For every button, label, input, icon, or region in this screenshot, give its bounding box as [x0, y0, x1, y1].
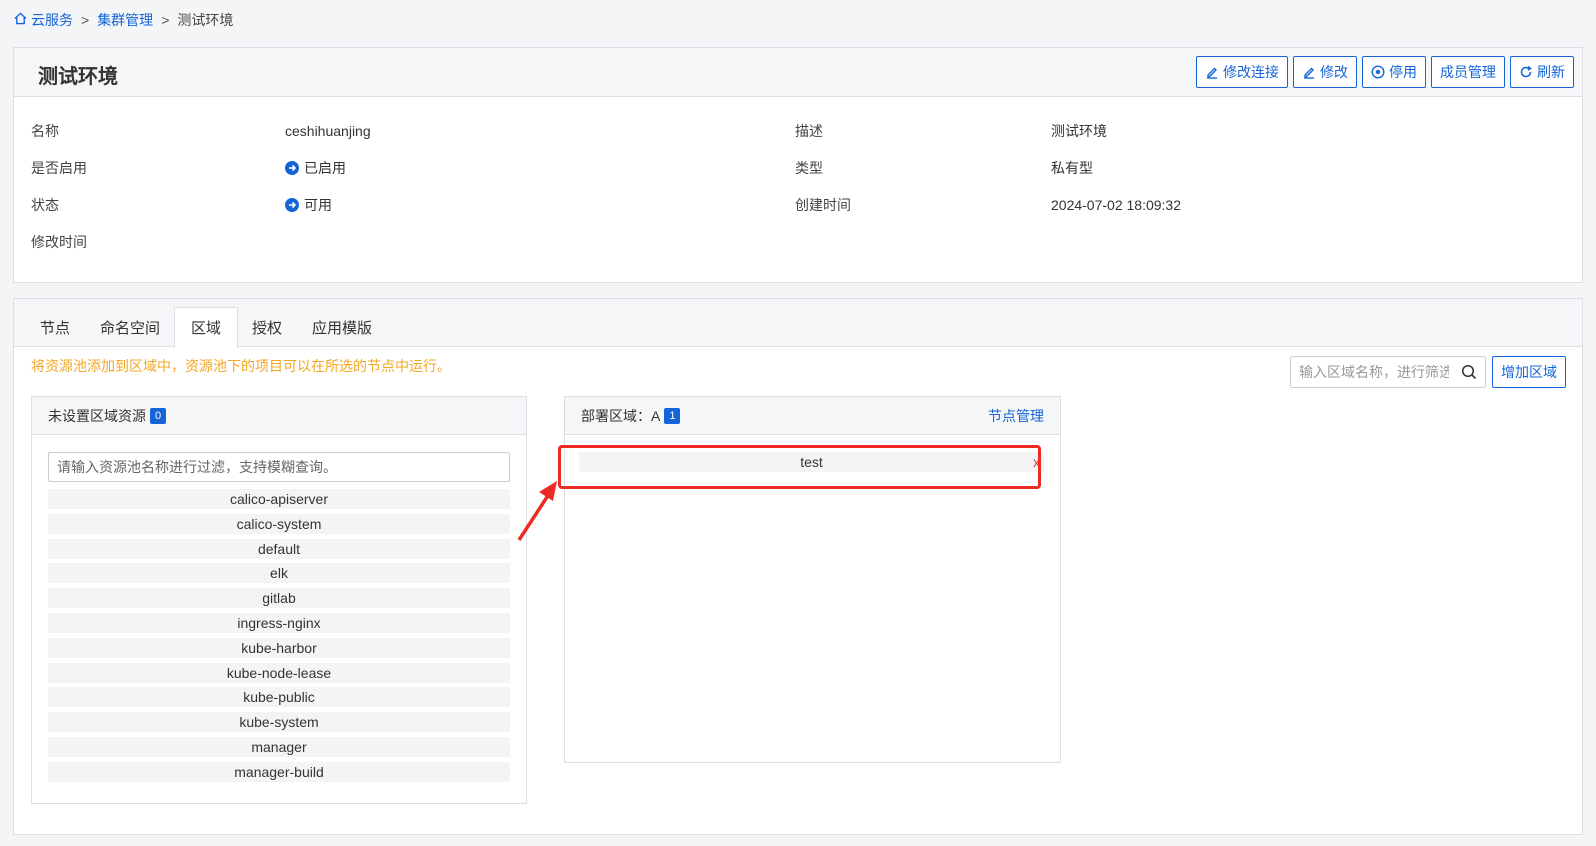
node-manage-link[interactable]: 节点管理 — [988, 406, 1044, 426]
stop-circle-icon — [1371, 65, 1385, 79]
deployed-title: 部署区域：A — [581, 407, 661, 424]
enabled-value: 已启用 — [285, 158, 346, 178]
tab-regions[interactable]: 区域 — [174, 307, 239, 348]
tab-namespaces[interactable]: 命名空间 — [84, 307, 176, 348]
list-item[interactable]: kube-harbor — [48, 637, 510, 658]
disable-label: 停用 — [1389, 64, 1417, 80]
unassigned-resources-box: 未设置区域资源 0 calico-apiserver calico-system… — [31, 396, 527, 804]
members-button[interactable]: 成员管理 — [1431, 56, 1505, 88]
unassigned-count-badge: 0 — [150, 407, 167, 424]
resource-list: calico-apiserver calico-system default e… — [48, 489, 510, 787]
modified-label: 修改时间 — [31, 234, 87, 250]
name-label: 名称 — [31, 123, 59, 139]
unassigned-header: 未设置区域资源 0 — [32, 397, 526, 435]
list-item[interactable]: manager — [48, 736, 510, 757]
desc-value: 测试环境 — [1051, 123, 1107, 139]
tab-authorization[interactable]: 授权 — [236, 307, 298, 348]
edit-connection-button[interactable]: 修改连接 — [1196, 56, 1288, 88]
type-label: 类型 — [795, 160, 823, 176]
status-value: 可用 — [285, 195, 332, 215]
list-item[interactable]: elk — [48, 563, 510, 584]
deployed-count-badge: 1 — [664, 407, 681, 424]
tab-bar: 节点 命名空间 区域 授权 应用模版 — [14, 299, 1582, 348]
desc-label: 描述 — [795, 123, 823, 139]
breadcrumb-separator: > — [81, 12, 90, 28]
list-item[interactable]: gitlab — [48, 588, 510, 609]
members-label: 成员管理 — [1440, 64, 1496, 80]
list-item[interactable]: kube-public — [48, 687, 510, 708]
unassigned-title: 未设置区域资源 — [48, 407, 146, 424]
list-item[interactable]: calico-system — [48, 513, 510, 534]
edit-icon — [1302, 65, 1316, 79]
region-resource-item[interactable]: test x — [579, 452, 1044, 472]
deployed-region-box: 部署区域：A 1 节点管理 test x — [564, 396, 1061, 763]
created-value: 2024-07-02 18:09:32 — [1051, 197, 1181, 213]
enabled-text: 已启用 — [304, 160, 346, 176]
list-item[interactable]: default — [48, 538, 510, 559]
breadcrumb-current: 测试环境 — [177, 12, 234, 28]
region-resource-label: test — [800, 454, 823, 470]
type-value: 私有型 — [1051, 160, 1093, 176]
refresh-label: 刷新 — [1537, 64, 1565, 80]
region-search-input[interactable] — [1299, 364, 1449, 380]
edit-connection-label: 修改连接 — [1223, 64, 1279, 80]
list-item[interactable]: manager-build — [48, 761, 510, 782]
region-search — [1290, 356, 1486, 388]
detail-header: 测试环境 修改连接 修改 停用 成员管理 刷新 — [14, 48, 1582, 97]
breadcrumb-separator: > — [161, 12, 170, 28]
deployed-header: 部署区域：A 1 节点管理 — [565, 397, 1060, 435]
search-icon[interactable] — [1461, 364, 1477, 380]
tabs-panel: 节点 命名空间 区域 授权 应用模版 将资源池添加到区域中，资源池下的项目可以在… — [13, 298, 1583, 835]
home-icon — [14, 12, 27, 28]
breadcrumb: 云服务 > 集群管理 > 测试环境 — [14, 10, 233, 30]
refresh-button[interactable]: 刷新 — [1510, 56, 1574, 88]
arrow-circle-icon — [285, 198, 299, 212]
remove-resource-button[interactable]: x — [1033, 452, 1040, 472]
detail-panel: 测试环境 修改连接 修改 停用 成员管理 刷新 名称 ceshihuanjing… — [13, 47, 1583, 283]
name-value: ceshihuanjing — [285, 123, 371, 139]
status-text: 可用 — [304, 197, 332, 213]
disable-button[interactable]: 停用 — [1362, 56, 1426, 88]
resource-filter-input[interactable] — [48, 452, 510, 482]
page-title: 测试环境 — [38, 66, 118, 88]
created-label: 创建时间 — [795, 197, 851, 213]
breadcrumb-home-label: 云服务 — [31, 12, 73, 28]
toolbar: 修改连接 修改 停用 成员管理 刷新 — [1196, 56, 1574, 88]
edit-button[interactable]: 修改 — [1293, 56, 1357, 88]
list-item[interactable]: ingress-nginx — [48, 612, 510, 633]
edit-icon — [1205, 65, 1219, 79]
region-hint: 将资源池添加到区域中，资源池下的项目可以在所选的节点中运行。 — [31, 358, 451, 374]
arrow-circle-icon — [285, 161, 299, 175]
add-region-button[interactable]: 增加区域 — [1492, 356, 1566, 388]
breadcrumb-home[interactable]: 云服务 — [14, 10, 73, 30]
list-item[interactable]: kube-system — [48, 712, 510, 733]
refresh-icon — [1519, 65, 1533, 79]
tab-app-templates[interactable]: 应用模版 — [296, 307, 388, 348]
status-label: 状态 — [31, 197, 59, 213]
enabled-label: 是否启用 — [31, 160, 87, 176]
list-item[interactable]: kube-node-lease — [48, 662, 510, 683]
tab-nodes[interactable]: 节点 — [24, 307, 86, 348]
list-item[interactable]: calico-apiserver — [48, 489, 510, 509]
edit-label: 修改 — [1320, 64, 1348, 80]
breadcrumb-cluster[interactable]: 集群管理 — [97, 10, 153, 30]
